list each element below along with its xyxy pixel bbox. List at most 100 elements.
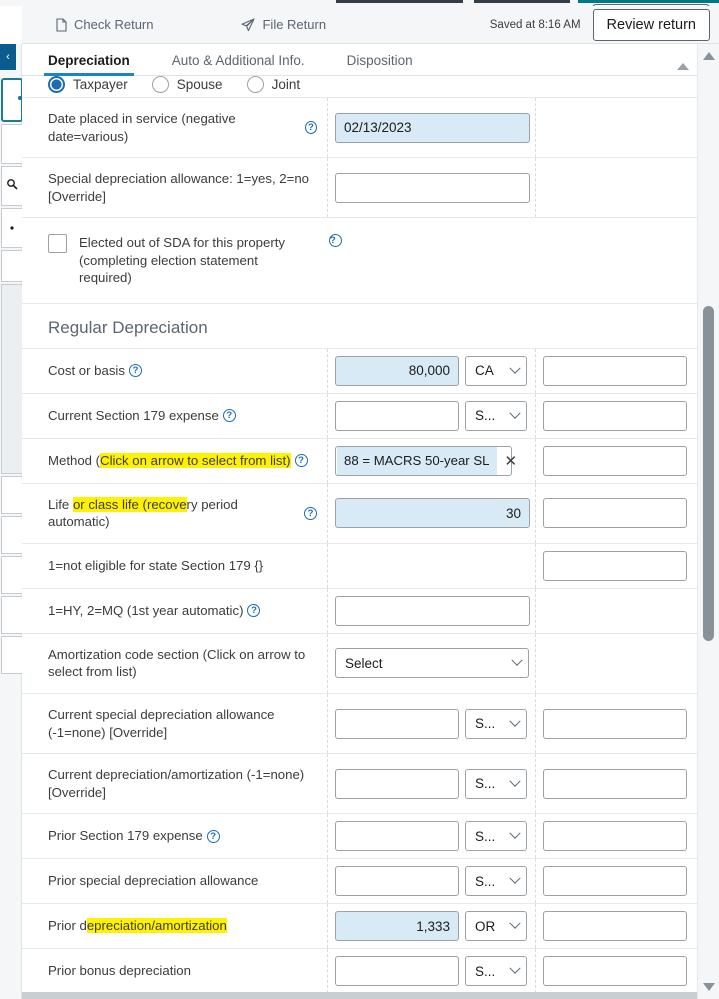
prior-bonus-depreciation-third-input[interactable] [543,956,687,987]
field-label: 1=HY, 2=MQ (1st year automatic) [48,603,244,619]
current-section-179-third-input[interactable] [543,400,687,431]
top-cut-bar-1 [336,0,463,3]
radio-spouse[interactable] [151,76,169,93]
table-row: 1=not eligible for state Section 179 {} [22,542,697,588]
method-select-chip[interactable]: 88 = MACRS 50-year SL ✕ [335,445,517,476]
field-label-cell: Prior special depreciation allowance [22,859,327,903]
rail-item-7[interactable] [1,476,23,514]
field-input-cell: OR [327,904,535,949]
rail-item-8[interactable] [1,516,23,554]
field-label-cell: Amortization code section (Click on arro… [22,634,327,693]
panel-collapse-icon[interactable] [677,63,689,70]
rail-item-2[interactable] [1,124,23,164]
rail-item-selected[interactable] [1,78,23,122]
hy-mq-input[interactable] [335,595,530,626]
scrollbar-thumb[interactable] [703,306,714,641]
state-value: OR [475,918,496,934]
file-return-label: File Return [262,17,327,32]
current-special-dep-third-input[interactable] [543,708,687,739]
check-return-button[interactable]: Check Return [48,13,161,36]
help-icon[interactable]: ? [304,121,317,135]
field-input-cell [327,543,535,588]
chevron-down-icon [509,715,521,727]
prior-special-dep-allowance-input[interactable] [335,866,459,897]
chevron-down-icon [509,917,521,930]
table-row: Prior special depreciation allowance S..… [22,858,697,904]
prior-special-dep-state-select[interactable]: S... [465,866,527,897]
saved-status: Saved at 8:16 AM [489,18,581,31]
prior-depreciation-third-input[interactable] [543,911,687,942]
rail-item-active-group[interactable] [1,284,23,474]
chevron-down-icon [511,654,523,667]
scroll-up-icon[interactable] [703,52,715,60]
cost-or-basis-third-input[interactable] [543,355,687,386]
tab-disposition[interactable]: Disposition [347,53,413,75]
cost-or-basis-state-select[interactable]: CA [465,355,527,386]
rail-item-search[interactable] [1,166,23,206]
current-special-dep-allowance-input[interactable] [335,708,459,739]
current-special-dep-state-select[interactable]: S... [465,708,527,739]
vertical-scrollbar[interactable] [697,44,719,999]
prior-dep-label-prefix: Prior d [48,918,87,934]
form-tab-strip: Depreciation Auto & Additional Info. Dis… [22,44,697,76]
help-icon[interactable]: ? [222,409,236,423]
special-depreciation-allowance-input[interactable] [335,172,530,203]
field-label-cell: Cost or basis? [22,349,327,393]
current-depreciation-amortization-input[interactable] [335,768,459,799]
method-third-input[interactable] [543,445,687,476]
tab-auto-additional-info[interactable]: Auto & Additional Info. [172,53,305,75]
scroll-down-icon[interactable] [703,983,715,991]
field-third-cell [535,694,697,754]
help-icon[interactable]: ? [247,604,261,618]
clear-icon[interactable]: ✕ [497,452,518,470]
field-label-cell: Date placed in service (negative date=va… [22,98,327,157]
field-third-cell [535,438,697,483]
prior-bonus-depreciation-state-select[interactable]: S... [465,956,527,987]
current-section-179-expense-input[interactable] [335,400,459,431]
bottom-edge [22,992,697,999]
life-or-class-life-third-input[interactable] [543,498,687,529]
prior-section-179-third-input[interactable] [543,821,687,852]
field-third-cell [535,814,697,859]
tab-depreciation[interactable]: Depreciation [44,53,134,76]
state-value: CA [475,363,494,379]
sidebar-collapse-button[interactable]: ‹ [0,44,16,70]
date-placed-in-service-input[interactable] [335,112,530,143]
prior-special-dep-third-input[interactable] [543,866,687,897]
help-icon[interactable]: ? [294,454,308,468]
field-label: Current depreciation/amortization (-1=no… [48,767,305,800]
prior-depreciation-amortization-input[interactable] [335,911,459,942]
radio-joint[interactable] [246,76,264,93]
review-return-button[interactable]: Review return [592,8,710,41]
current-section-179-state-select[interactable]: S... [465,400,527,431]
help-icon[interactable]: ? [329,234,342,248]
rail-item-10[interactable] [1,596,23,634]
amortization-code-select[interactable]: Select [335,648,529,679]
prior-section-179-expense-input[interactable] [335,821,459,852]
radio-spouse-label: Spouse [176,76,223,92]
radio-taxpayer[interactable] [48,76,65,93]
prior-bonus-depreciation-input[interactable] [335,956,459,987]
life-or-class-life-input[interactable] [335,498,530,529]
field-label: Date placed in service (negative date=va… [48,111,236,144]
elected-out-sda-checkbox[interactable] [48,234,67,254]
prior-section-179-state-select[interactable]: S... [465,821,527,852]
chevron-down-icon [509,407,521,419]
table-row: Current Section 179 expense? S... [22,392,697,438]
prior-depreciation-state-select[interactable]: OR [465,911,527,942]
rail-item-5[interactable] [1,250,23,282]
rail-item-11[interactable] [1,636,23,674]
not-eligible-state-179-third-input[interactable] [543,550,687,581]
cost-or-basis-input[interactable] [335,355,459,386]
current-depreciation-third-input[interactable] [543,768,687,799]
rail-item-9[interactable] [1,556,23,594]
section-heading-regular-depreciation: Regular Depreciation [22,302,697,348]
file-return-button[interactable]: File Return [233,13,334,36]
rail-item-4[interactable] [1,208,23,248]
current-depreciation-state-select[interactable]: S... [465,768,527,799]
field-third-cell [535,588,697,633]
help-icon[interactable]: ? [304,506,317,520]
state-value: S... [475,963,496,979]
help-icon[interactable]: ? [206,829,220,843]
help-icon[interactable]: ? [128,364,142,378]
